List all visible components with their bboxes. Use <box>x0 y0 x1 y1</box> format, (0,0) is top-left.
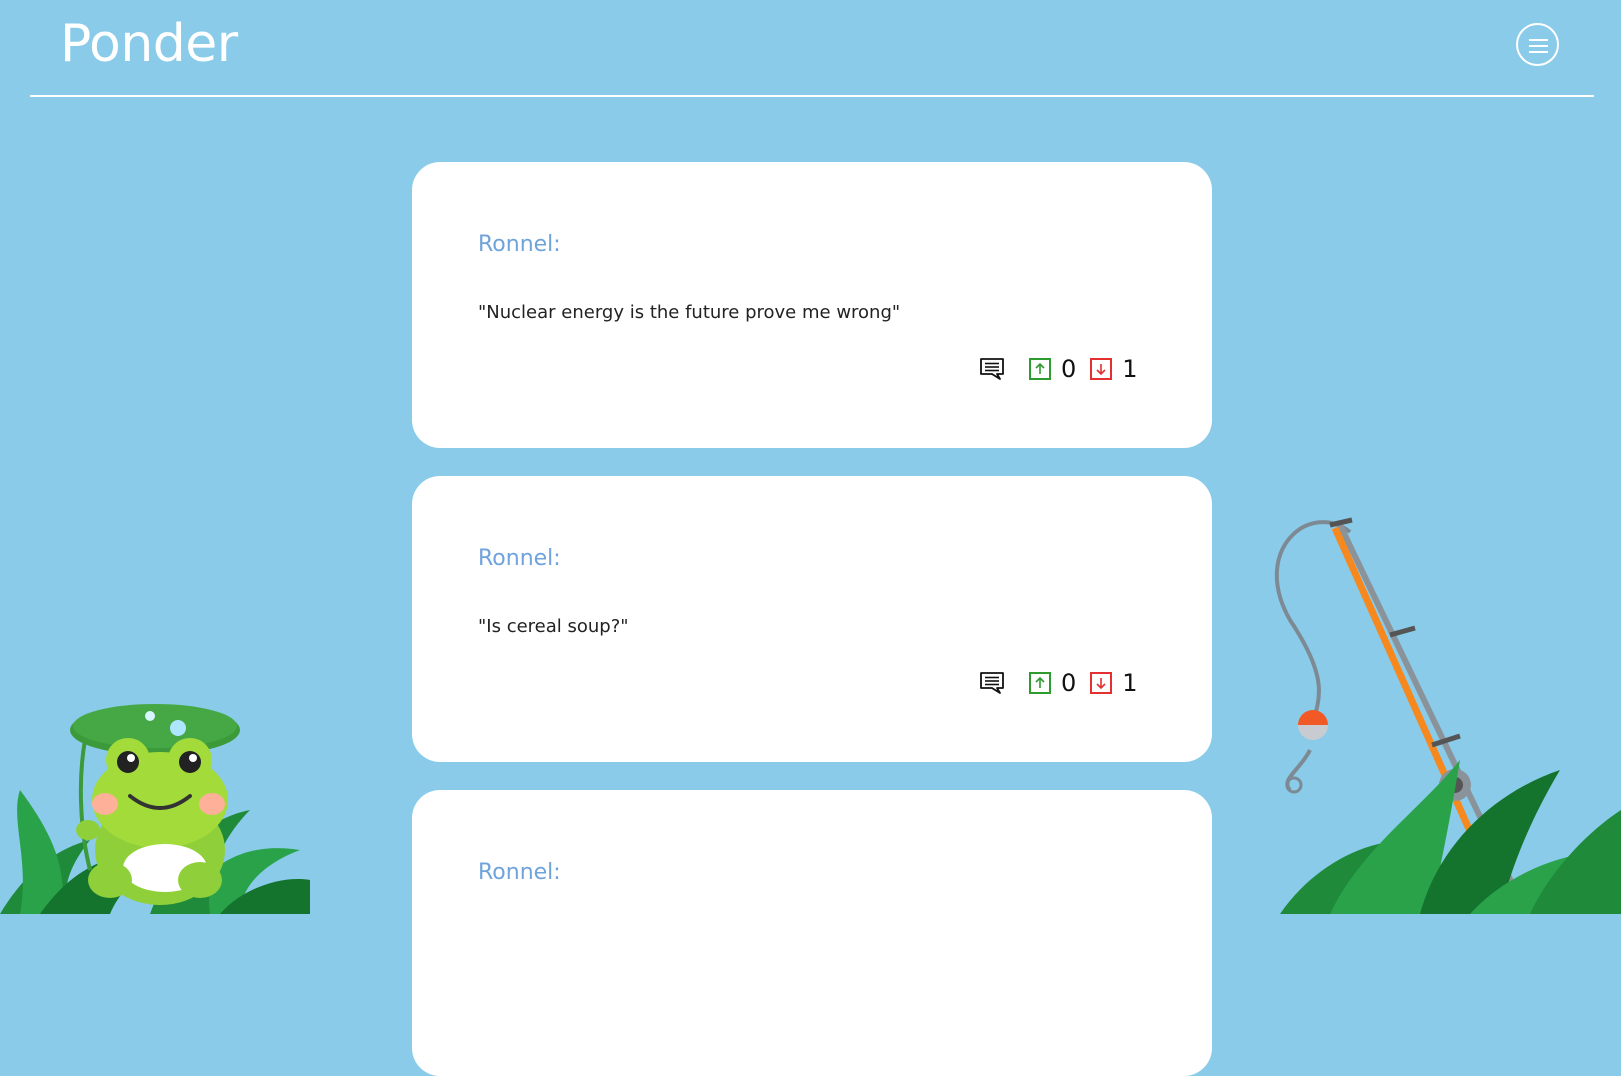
upvote-button[interactable] <box>1029 358 1051 380</box>
comment-icon[interactable] <box>978 669 1006 697</box>
post-text: "Nuclear energy is the future prove me w… <box>478 302 901 323</box>
upvote-count: 0 <box>1061 669 1077 697</box>
logo[interactable]: Ponder <box>60 8 238 80</box>
post-author: Ronnel: <box>478 860 561 885</box>
arrow-down-icon <box>1096 678 1106 690</box>
menu-line <box>1529 39 1548 41</box>
arrow-up-icon <box>1035 362 1045 374</box>
fishing-rod-illustration <box>1275 517 1621 914</box>
menu-line <box>1529 45 1548 47</box>
arrow-down-icon <box>1096 364 1106 376</box>
frog-illustration <box>0 704 310 914</box>
header-divider <box>30 95 1594 97</box>
downvote-button[interactable] <box>1090 358 1113 380</box>
post-author: Ronnel: <box>478 232 561 257</box>
post-text: "Is cereal soup?" <box>478 616 629 637</box>
header: Ponder <box>0 0 1621 98</box>
upvote-button[interactable] <box>1029 672 1051 694</box>
comment-icon[interactable] <box>978 355 1006 383</box>
upvote-count: 0 <box>1061 355 1077 383</box>
post-actions: 0 1 <box>978 669 1138 697</box>
post-card: Ronnel: "Nuclear energy is the future pr… <box>412 162 1212 448</box>
post-card: Ronnel: <box>412 790 1212 1076</box>
post-actions: 0 1 <box>978 355 1138 383</box>
arrow-up-icon <box>1035 676 1045 688</box>
downvote-count: 1 <box>1122 669 1138 697</box>
downvote-count: 1 <box>1122 355 1138 383</box>
post-author: Ronnel: <box>478 546 561 571</box>
post-card: Ronnel: "Is cereal soup?" 0 1 <box>412 476 1212 762</box>
menu-line <box>1529 51 1548 53</box>
menu-button[interactable] <box>1516 23 1559 66</box>
downvote-button[interactable] <box>1090 672 1113 694</box>
leaves-right <box>1280 760 1621 914</box>
